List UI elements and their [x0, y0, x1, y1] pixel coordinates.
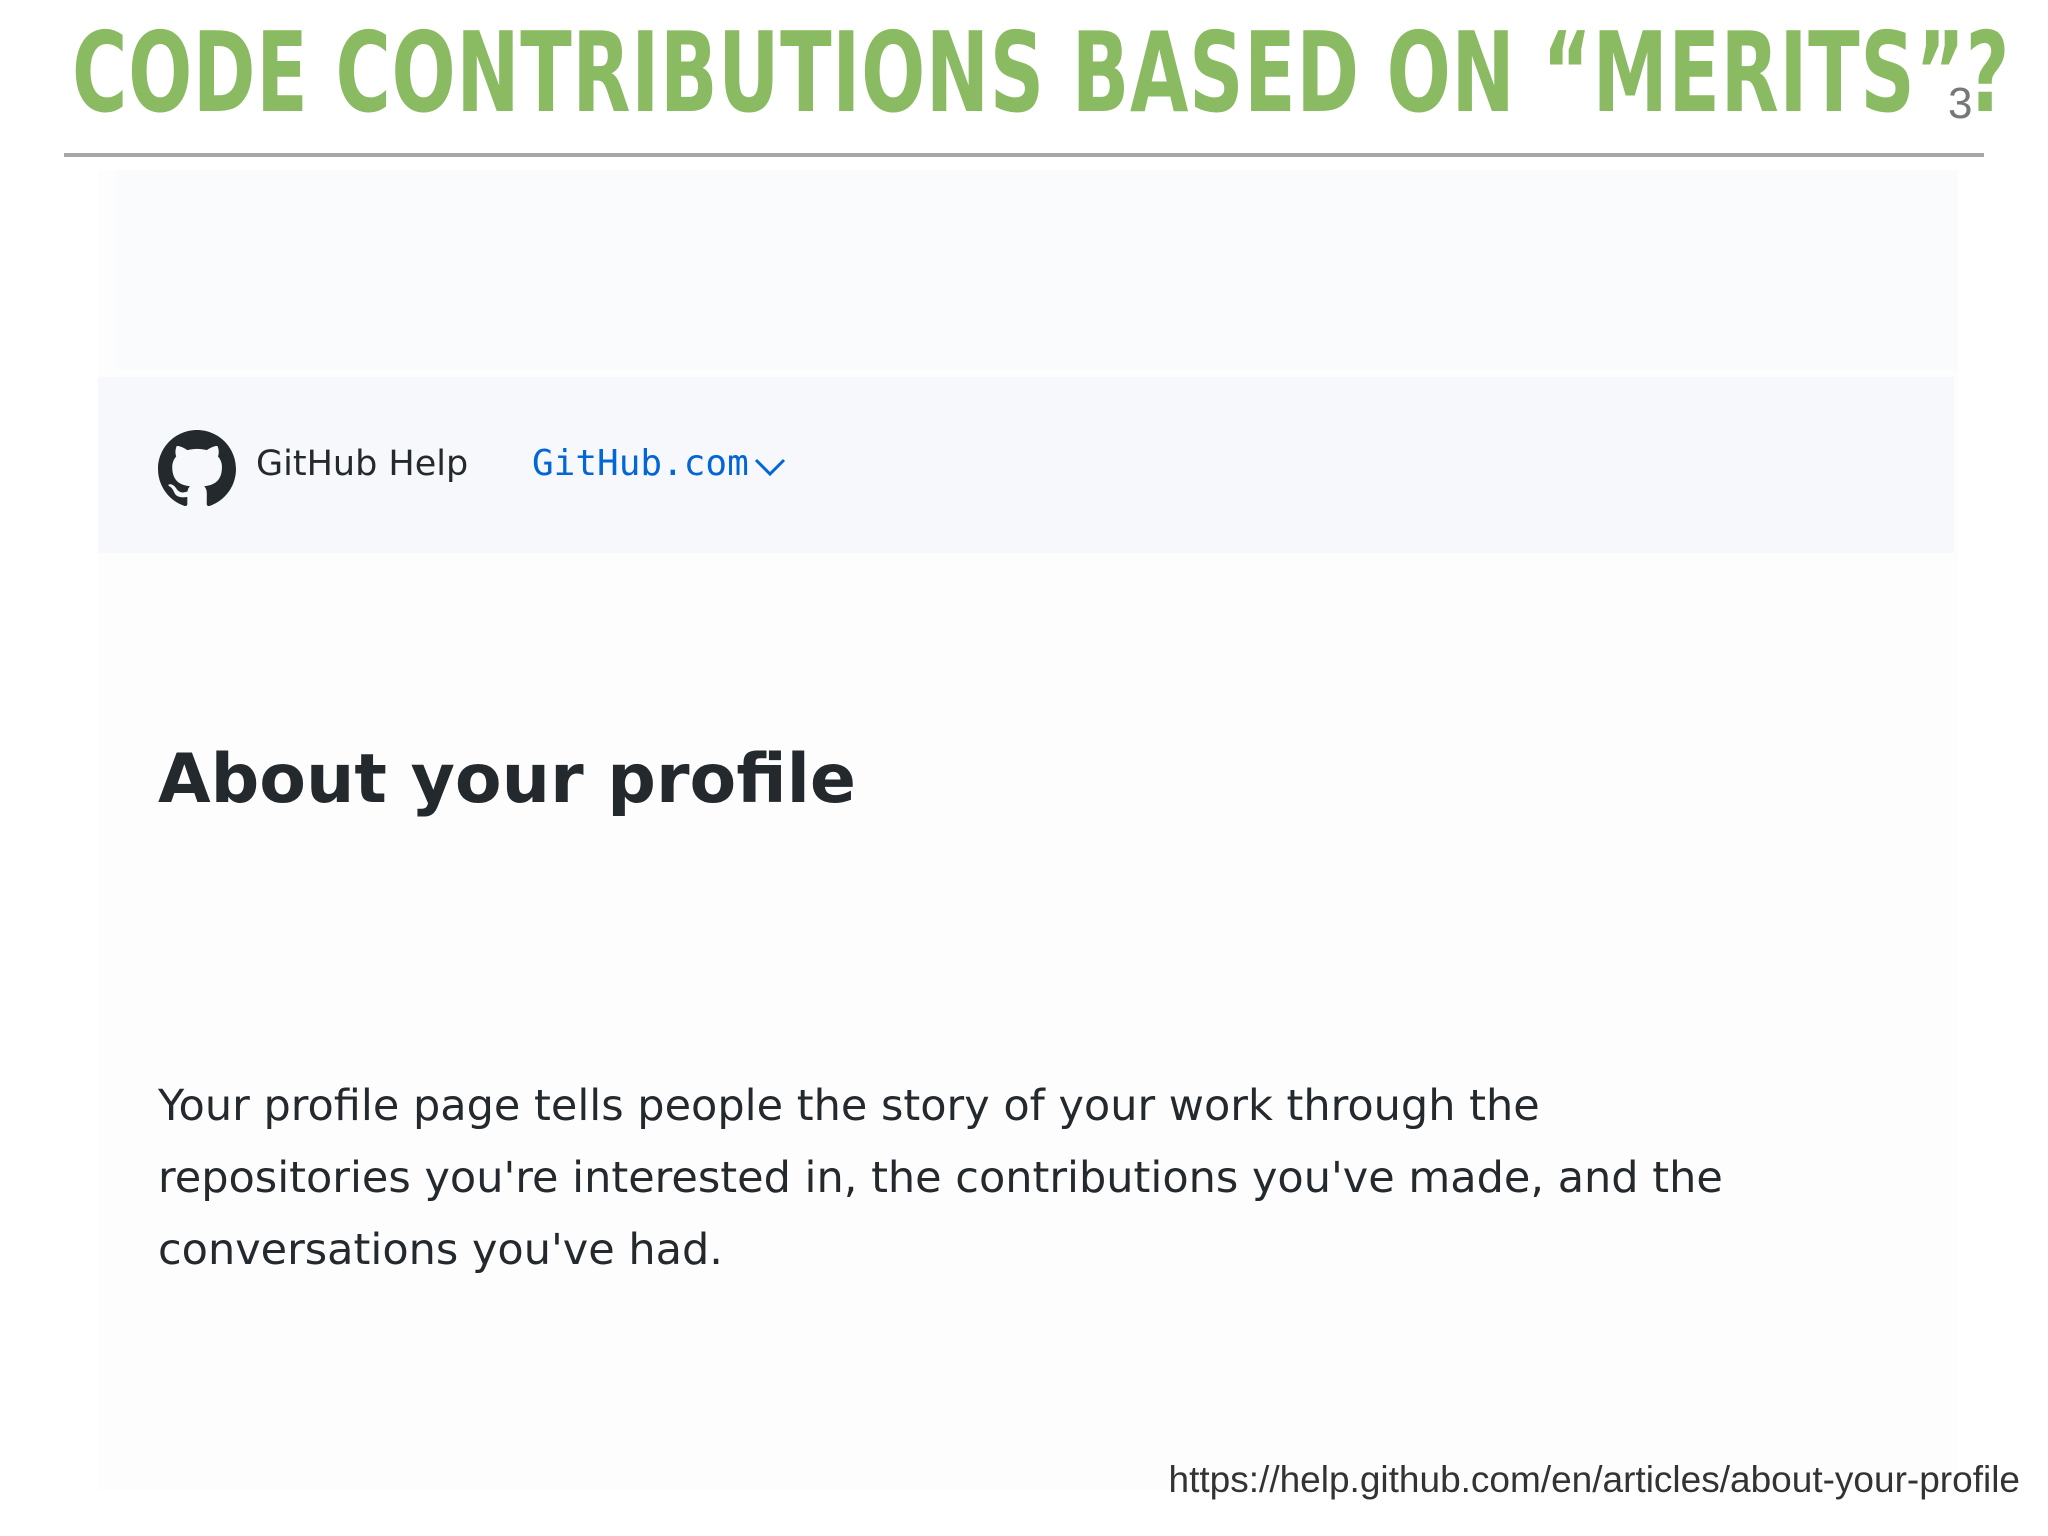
article-intro: Your profile page tells people the story… — [158, 1070, 1888, 1286]
screenshot-top-area — [116, 170, 1958, 370]
github-help-header: GitHub Help GitHub.com — [98, 377, 1954, 553]
github-help-screenshot: GitHub Help GitHub.com About your profil… — [98, 170, 1958, 1490]
title-divider — [64, 153, 1984, 157]
article-intro-line: repositories you're interested in, the c… — [158, 1153, 1723, 1203]
product-selector-dropdown[interactable]: GitHub.com — [532, 437, 787, 491]
article-intro-line: conversations you've had. — [158, 1225, 723, 1275]
product-selector-label: GitHub.com — [532, 443, 749, 484]
source-link[interactable]: https://help.github.com/en/articles/abou… — [1169, 1454, 2020, 1506]
article-intro-line: Your profile page tells people the story… — [158, 1081, 1540, 1131]
site-title[interactable]: GitHub Help — [256, 439, 468, 489]
chevron-down-icon — [754, 458, 785, 477]
slide-title: CODE CONTRIBUTIONS BASED ON “MERITS”? — [72, 9, 2011, 138]
article-heading: About your profile — [158, 740, 857, 819]
github-octocat-icon[interactable] — [158, 430, 236, 508]
slide-number: 3 — [1948, 79, 1973, 128]
